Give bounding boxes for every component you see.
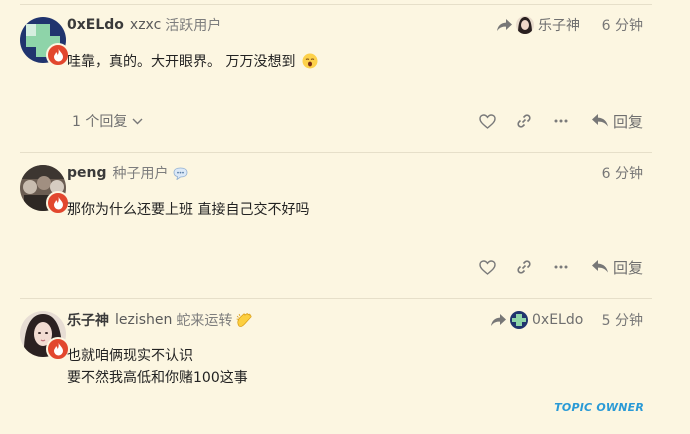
topic-owner-badge: TOPIC OWNER [554, 401, 644, 414]
reply-to-tab[interactable]: 0xELdo [491, 309, 583, 331]
post-body: 那你为什么还要上班 直接自己交不好吗 [67, 199, 309, 221]
reply-icon [592, 114, 608, 128]
username[interactable]: peng [67, 165, 107, 181]
more-actions-button[interactable] [551, 111, 571, 131]
link-icon [517, 260, 531, 274]
post-lezishen: 乐子神 lezishen 蛇来运转 0xELdo 5 分钟 也就咱俩现实不认识 … [0, 299, 690, 434]
user-title: 活跃用户 [165, 18, 222, 34]
reply-arrow-icon [497, 18, 512, 32]
reply-to-avatar [510, 311, 528, 329]
reply-label: 回复 [613, 112, 644, 131]
like-button[interactable] [477, 111, 497, 131]
post-body: 哇靠，真的。大开眼界。 万万没想到 [67, 51, 318, 73]
more-actions-button[interactable] [551, 257, 571, 277]
reply-to-avatar [516, 16, 534, 34]
post-meta: peng 种子用户 [67, 162, 188, 184]
ellipsis-icon [554, 119, 568, 123]
reply-icon [592, 260, 608, 274]
reply-arrow-icon [491, 313, 506, 327]
body-line: 哇靠，真的。大开眼界。 万万没想到 [67, 54, 296, 70]
show-replies-button[interactable]: 1 个回复 [72, 110, 143, 132]
body-line: 要不然我高低和你赌100这事 [67, 370, 248, 386]
user-title: 种子用户 [112, 166, 169, 182]
username[interactable]: 乐子神 [67, 310, 109, 330]
share-link-button[interactable] [514, 111, 534, 131]
reply-to-username: 乐子神 [538, 18, 580, 34]
avatar[interactable] [20, 311, 70, 361]
reply-button[interactable]: 回复 [592, 255, 643, 279]
ellipsis-icon [554, 265, 568, 269]
body-line: 也就咱俩现实不认识 [67, 348, 193, 364]
user-title: 蛇来运转 [176, 313, 233, 329]
body-line: 那你为什么还要上班 直接自己交不好吗 [67, 202, 310, 218]
avatar[interactable] [20, 165, 70, 215]
post-meta: 乐子神 lezishen 蛇来运转 [67, 309, 252, 331]
post-date[interactable]: 5 分钟 [602, 309, 643, 331]
post-controls: 回复 [0, 252, 690, 282]
speech-bubble-icon [173, 167, 188, 180]
reply-label: 回复 [613, 258, 644, 277]
clapping-hands-icon [236, 312, 252, 328]
post-meta: 0xELdo xzxc 活跃用户 [67, 14, 221, 36]
reply-to-username: 0xELdo [532, 312, 584, 328]
heart-icon [478, 259, 496, 275]
replies-count: 1 个回复 [72, 114, 128, 130]
yawning-face-emoji-icon [302, 53, 318, 69]
share-link-button[interactable] [514, 257, 534, 277]
reply-button[interactable]: 回复 [592, 109, 643, 133]
link-icon [517, 114, 531, 128]
reply-to-tab[interactable]: 乐子神 [497, 14, 580, 36]
like-button[interactable] [477, 257, 497, 277]
post-0xeldo: 0xELdo xzxc 活跃用户 乐子神 6 分钟 哇靠，真的。大开眼界。 万万… [0, 0, 690, 152]
username[interactable]: 0xELdo [67, 17, 124, 33]
post-date[interactable]: 6 分钟 [602, 162, 643, 184]
post-date[interactable]: 6 分钟 [602, 14, 643, 36]
post-peng: peng 种子用户 6 分钟 那你为什么还要上班 直接自己交不好吗 回复 [0, 153, 690, 298]
full-name[interactable]: xzxc [130, 17, 161, 33]
heart-icon [478, 113, 496, 129]
post-controls: 1 个回复 回复 [0, 106, 690, 136]
post-body: 也就咱俩现实不认识 要不然我高低和你赌100这事 [67, 345, 248, 389]
full-name[interactable]: lezishen [115, 312, 172, 328]
chevron-down-icon [132, 118, 143, 125]
avatar[interactable] [20, 17, 70, 67]
